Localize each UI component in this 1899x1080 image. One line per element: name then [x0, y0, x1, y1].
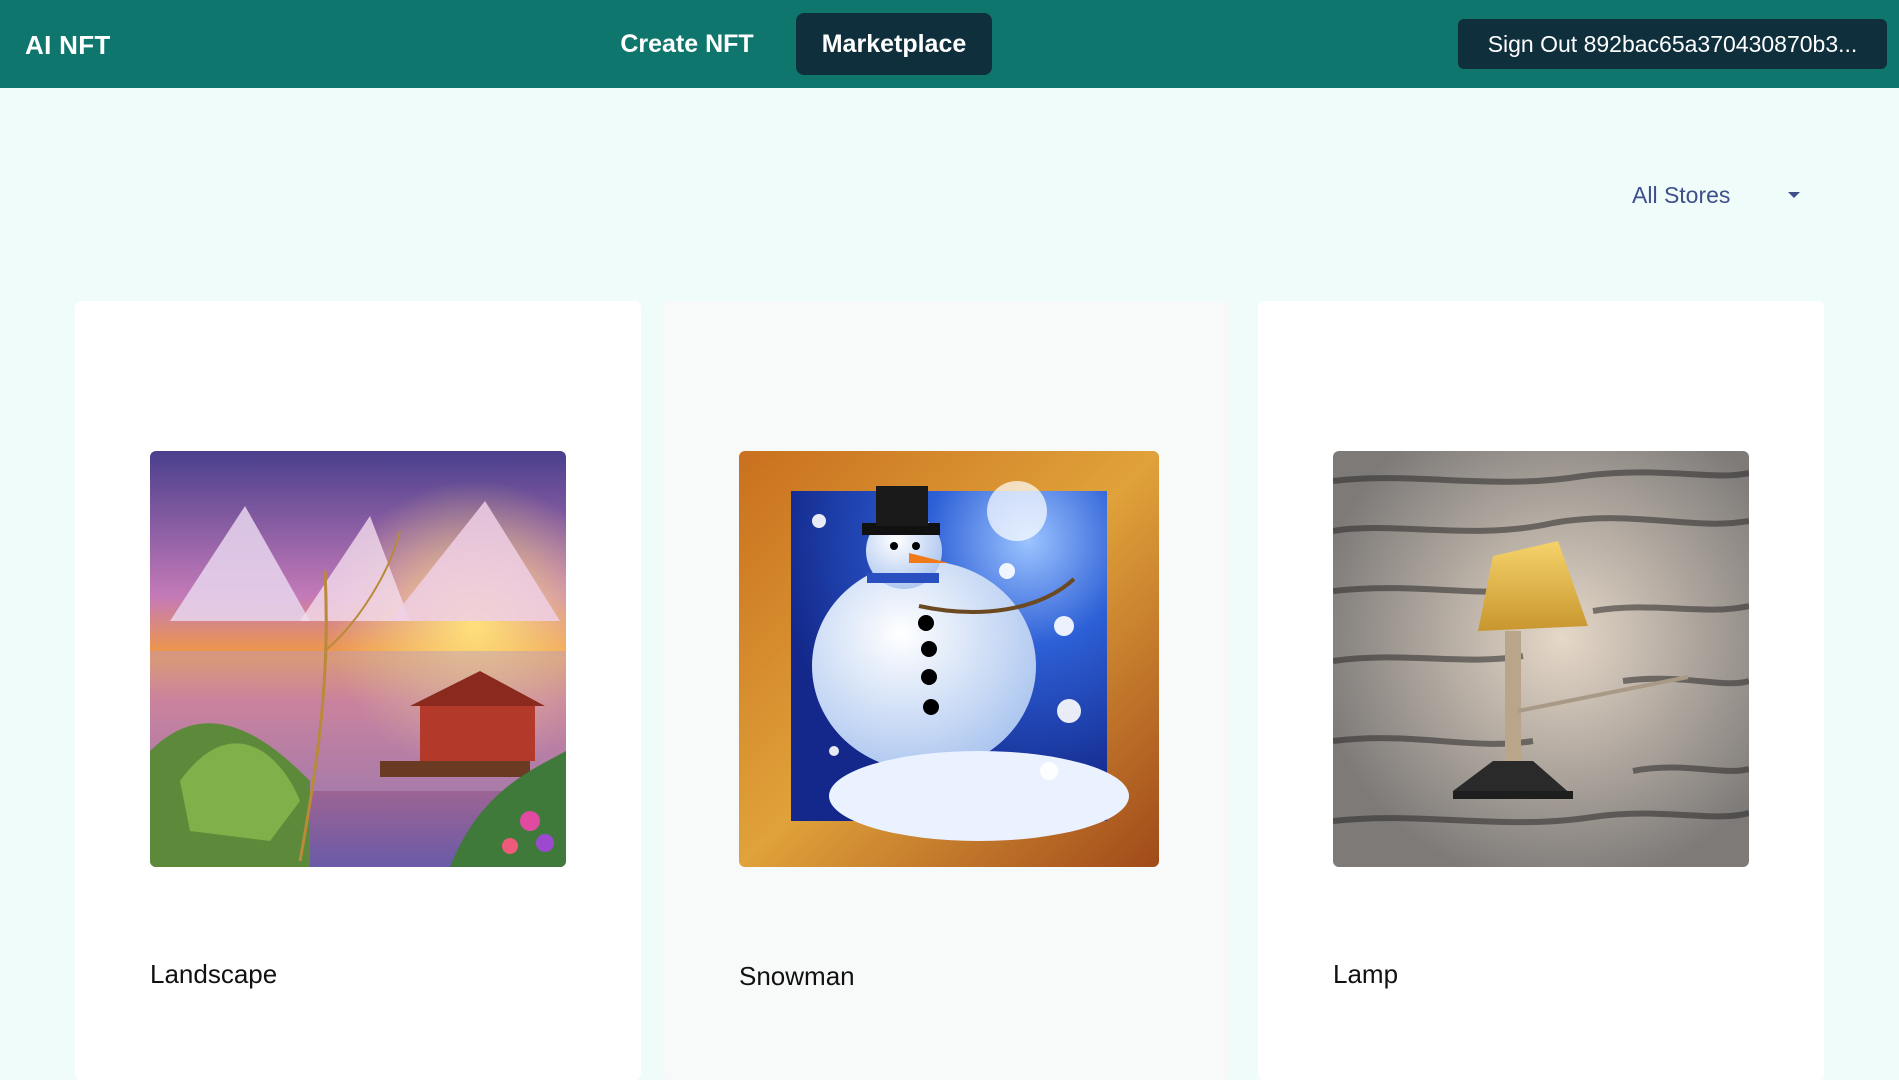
nft-image-snowman: [739, 451, 1159, 867]
nft-card-lamp[interactable]: Lamp: [1258, 301, 1824, 1080]
nft-title-lamp: Lamp: [1333, 959, 1399, 989]
nft-title-landscape: Landscape: [150, 959, 278, 989]
brand-logo[interactable]: AI NFT: [25, 30, 111, 61]
store-filter-select[interactable]: All Stores: [1618, 176, 1808, 216]
nft-card-snowman[interactable]: Snowman: [664, 301, 1230, 1080]
nft-image-lamp: [1333, 451, 1749, 867]
nft-image-landscape: [150, 451, 566, 867]
store-filter-value: All Stores: [1632, 182, 1731, 208]
top-navbar: AI NFT Create NFT Marketplace Sign Out 8…: [0, 0, 1899, 88]
nav-marketplace[interactable]: Marketplace: [796, 13, 992, 75]
sign-out-button[interactable]: Sign Out 892bac65a370430870b3...: [1458, 19, 1887, 69]
nav-create-nft[interactable]: Create NFT: [602, 13, 772, 75]
nft-card-landscape[interactable]: Landscape: [75, 301, 641, 1080]
caret-down-icon[interactable]: [1788, 192, 1800, 198]
nft-title-snowman: Snowman: [739, 961, 855, 991]
